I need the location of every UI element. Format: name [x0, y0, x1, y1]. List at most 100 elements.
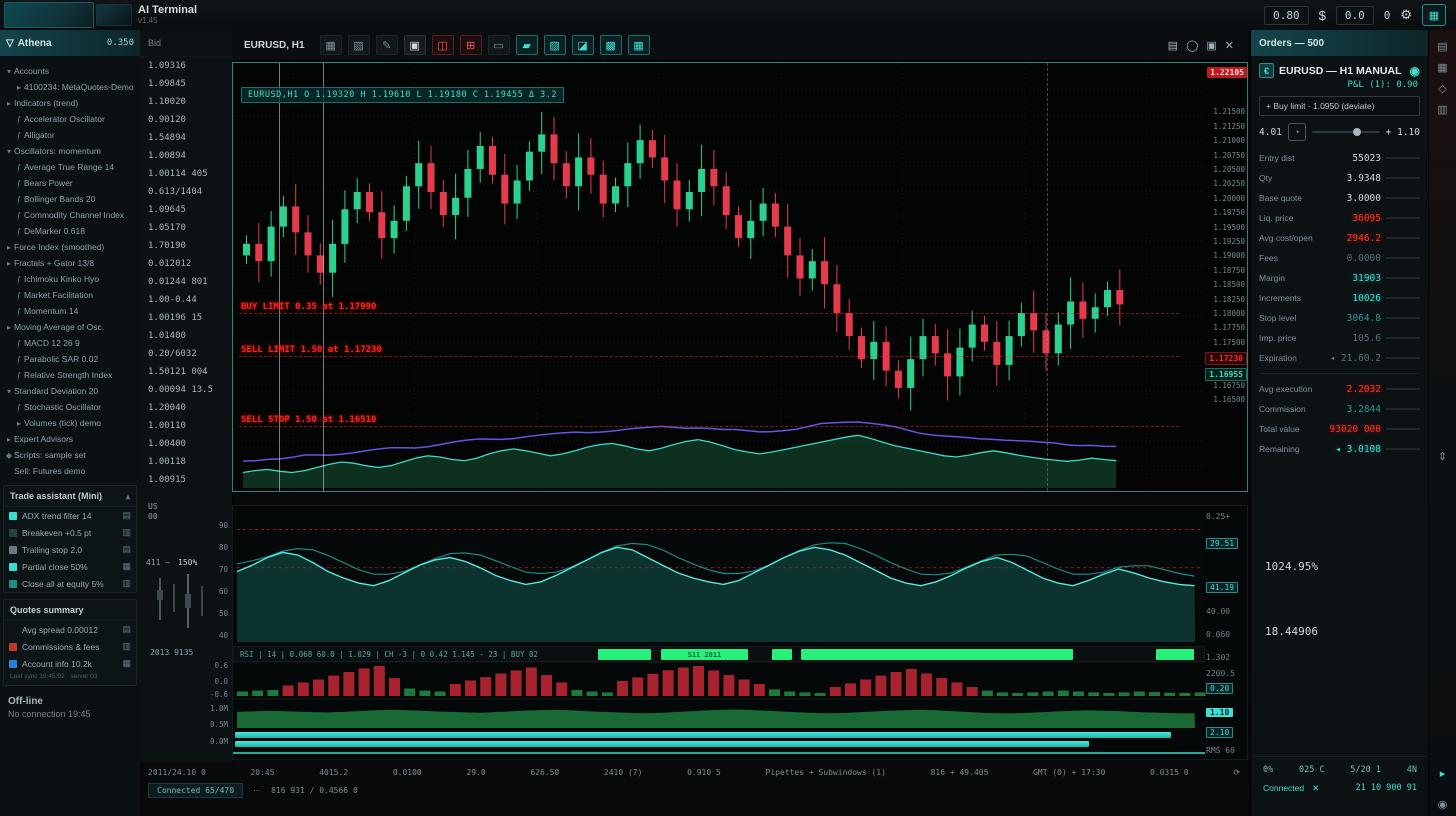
sidebar-item-oscillators-momentum[interactable]: ▾Oscillators: momentum: [0, 143, 140, 159]
order-row-total-value[interactable]: Total value93020 000: [1251, 419, 1428, 439]
market-watch-price-row[interactable]: 1.09645: [140, 201, 232, 219]
order-size-value[interactable]: 4.01: [1259, 127, 1282, 138]
grid-view-button[interactable]: ▦: [1422, 4, 1446, 26]
sidebar-item-relative-strength-index[interactable]: ƒRelative Strength Index: [0, 367, 140, 383]
toolbar-icon-11[interactable]: ▦: [628, 35, 650, 55]
sidebar-item-commodity-channel-index[interactable]: ƒCommodity Channel Index: [0, 207, 140, 223]
chart-plot-area[interactable]: BUY LIMIT 0.35 at 1.17990SELL LIMIT 1.50…: [233, 63, 1209, 491]
sidebar-item-volumes-tick-demo[interactable]: ▸Volumes (tick) demo: [0, 415, 140, 431]
market-watch-header[interactable]: Bid: [140, 30, 232, 57]
collapse-caret-icon[interactable]: ▴: [126, 492, 130, 501]
signal-segment[interactable]: [1156, 649, 1195, 660]
assistant-item[interactable]: Partial close 50%▦: [4, 558, 136, 575]
connection-status[interactable]: Connected 65/470: [148, 783, 243, 798]
sidebar-item-standard-deviation-20[interactable]: ▾Standard Deviation 20: [0, 383, 140, 399]
rail-icon-3[interactable]: ▥: [1437, 103, 1447, 116]
order-panel-header[interactable]: Orders — 500: [1251, 30, 1428, 56]
market-watch-price-row[interactable]: 1.00-0.44: [140, 291, 232, 309]
market-watch-price-row[interactable]: 1.05170: [140, 219, 232, 237]
toolbar-icon-0[interactable]: ▦: [320, 35, 342, 55]
market-watch-price-row[interactable]: 1.20040: [140, 399, 232, 417]
sidebar-item-momentum-14[interactable]: ƒMomentum 14: [0, 303, 140, 319]
assistant-item[interactable]: ADX trend filter 14▤: [4, 507, 136, 524]
market-watch-price-row[interactable]: 1.01400: [140, 327, 232, 345]
market-watch-price-row[interactable]: 0.90120: [140, 111, 232, 129]
rail-icon-2[interactable]: ◇: [1438, 82, 1446, 95]
market-watch-price-row[interactable]: 1.00915: [140, 471, 232, 489]
signal-segment[interactable]: [801, 649, 1073, 660]
market-watch-price-row[interactable]: 1.09316: [140, 57, 232, 75]
sidebar-item-accelerator-oscillator[interactable]: ƒAccelerator Oscillator: [0, 111, 140, 127]
sidebar-item-bollinger-bands-20[interactable]: ƒBollinger Bands 20: [0, 191, 140, 207]
assistant-item[interactable]: Close all at equity 5%▥: [4, 575, 136, 592]
market-watch-price-row[interactable]: 1.70190: [140, 237, 232, 255]
assistant-item-settings-icon[interactable]: ▥: [122, 578, 131, 589]
sidebar-item-parabolic-sar-0-02[interactable]: ƒParabolic SAR 0.02: [0, 351, 140, 367]
order-row-remaining[interactable]: Remaining◂ 3.0108: [1251, 439, 1428, 459]
order-row-expiration[interactable]: Expiration◂ 21.60.2: [1251, 348, 1428, 368]
trade-assistant-header[interactable]: Trade assistant (Mini) ▴: [4, 486, 136, 507]
sidebar-item-4100234-metaquotes-demo[interactable]: ▸4100234: MetaQuotes-Demo: [0, 79, 140, 95]
assistant-item-settings-icon[interactable]: ▤: [122, 510, 131, 521]
market-watch-price-row[interactable]: 1.54894: [140, 129, 232, 147]
assistant-item-settings-icon[interactable]: ▦: [122, 561, 131, 572]
assistant-item-settings-icon[interactable]: ▥: [122, 527, 131, 538]
summary-row[interactable]: Avg spread 0.00012▤: [4, 621, 136, 638]
order-row-stop-level[interactable]: Stop level3064.8: [1251, 308, 1428, 328]
sidebar-item-bears-power[interactable]: ƒBears Power: [0, 175, 140, 191]
summary-row-icon[interactable]: ▤: [122, 624, 131, 635]
close-x-icon[interactable]: ✕: [1312, 783, 1319, 794]
toolbar-icon-5[interactable]: ⊞: [460, 35, 482, 55]
order-row-liq-price[interactable]: Liq. price36095: [1251, 208, 1428, 228]
dial-icon[interactable]: ◔: [1288, 123, 1306, 141]
toolbar-icon-6[interactable]: ▭: [488, 35, 510, 55]
sidebar-item-moving-average-of-osc-[interactable]: ▸Moving Average of Osc.: [0, 319, 140, 335]
market-watch-price-row[interactable]: 1.00110: [140, 417, 232, 435]
sidebar-item-scripts-sample-set[interactable]: ◆Scripts: sample set: [0, 447, 140, 463]
navigator-header[interactable]: ▽ Athena 0.350: [0, 30, 140, 57]
toolbar-icon-8[interactable]: ▨: [544, 35, 566, 55]
sidebar-item-demarker-0-618[interactable]: ƒDeMarker 0.618: [0, 223, 140, 239]
size-slider[interactable]: [1312, 131, 1380, 133]
rail-icon-4[interactable]: ⇕: [1438, 450, 1447, 463]
signal-segment[interactable]: S11 2011: [661, 649, 748, 660]
order-row-base-quote[interactable]: Base quote3.0000: [1251, 188, 1428, 208]
toolbar-icon-3[interactable]: ▣: [404, 35, 426, 55]
order-row-avg-cost-open[interactable]: Avg cost/open2946.2: [1251, 228, 1428, 248]
sidebar-item-accounts[interactable]: ▾Accounts: [0, 63, 140, 79]
toolbar-icon-4[interactable]: ◫: [432, 35, 454, 55]
order-row-margin[interactable]: Margin31903: [1251, 268, 1428, 288]
indicator-subpanel[interactable]: RSI | 14 | 0.068 60.0 | 1.029 | CH -3 | …: [232, 505, 1248, 760]
sidebar-item-average-true-range-14[interactable]: ƒAverage True Range 14: [0, 159, 140, 175]
sidebar-item-alligator[interactable]: ƒAlligator: [0, 127, 140, 143]
market-watch-price-row[interactable]: 1.50121 004: [140, 363, 232, 381]
market-watch-price-row[interactable]: 0.20/6032: [140, 345, 232, 363]
sidebar-item-fractals-gator-13-8[interactable]: ▸Fractals + Gator 13/8: [0, 255, 140, 271]
maximize-icon[interactable]: ▣: [1206, 39, 1216, 52]
price-axis[interactable]: 1.215001.212501.210001.207501.205001.202…: [1209, 63, 1248, 491]
order-row-entry-dist[interactable]: Entry dist55023: [1251, 148, 1428, 168]
toolbar-icon-9[interactable]: ◪: [572, 35, 594, 55]
summary-row-icon[interactable]: ▥: [122, 641, 131, 652]
summary-row[interactable]: Commissions & fees▥: [4, 638, 136, 655]
rail-icon-0[interactable]: ▤: [1437, 40, 1447, 53]
market-watch-price-row[interactable]: 0.012012: [140, 255, 232, 273]
toolbar-icon-7[interactable]: ▰: [516, 35, 538, 55]
sidebar-item-stochastic-oscillator[interactable]: ƒStochastic Oscillator: [0, 399, 140, 415]
market-watch-price-row[interactable]: 0.00094 13.5: [140, 381, 232, 399]
symbol-info-button[interactable]: ◉: [1410, 64, 1420, 78]
toolbar-icon-10[interactable]: ▩: [600, 35, 622, 55]
close-icon[interactable]: ✕: [1225, 39, 1234, 52]
market-watch-price-row[interactable]: 0.01244 801: [140, 273, 232, 291]
panel-toggle-icon[interactable]: ▤: [1168, 39, 1178, 52]
toolbar-icon-1[interactable]: ▧: [348, 35, 370, 55]
signal-segment[interactable]: [598, 649, 651, 660]
sidebar-item-macd-12-26-9[interactable]: ƒMACD 12 26 9: [0, 335, 140, 351]
rail-icon-1[interactable]: ▦: [1437, 61, 1447, 74]
order-row-fees[interactable]: Fees0.0000: [1251, 248, 1428, 268]
sidebar-item-force-index-smoothed-[interactable]: ▸Force Index (smoothed): [0, 239, 140, 255]
order-row-avg-execution[interactable]: Avg execution2.2032: [1251, 379, 1428, 399]
sidebar-item-expert-advisors[interactable]: ▸Expert Advisors: [0, 431, 140, 447]
rail-icon-6[interactable]: ◉: [1438, 798, 1448, 811]
slider-knob[interactable]: [1353, 128, 1361, 136]
